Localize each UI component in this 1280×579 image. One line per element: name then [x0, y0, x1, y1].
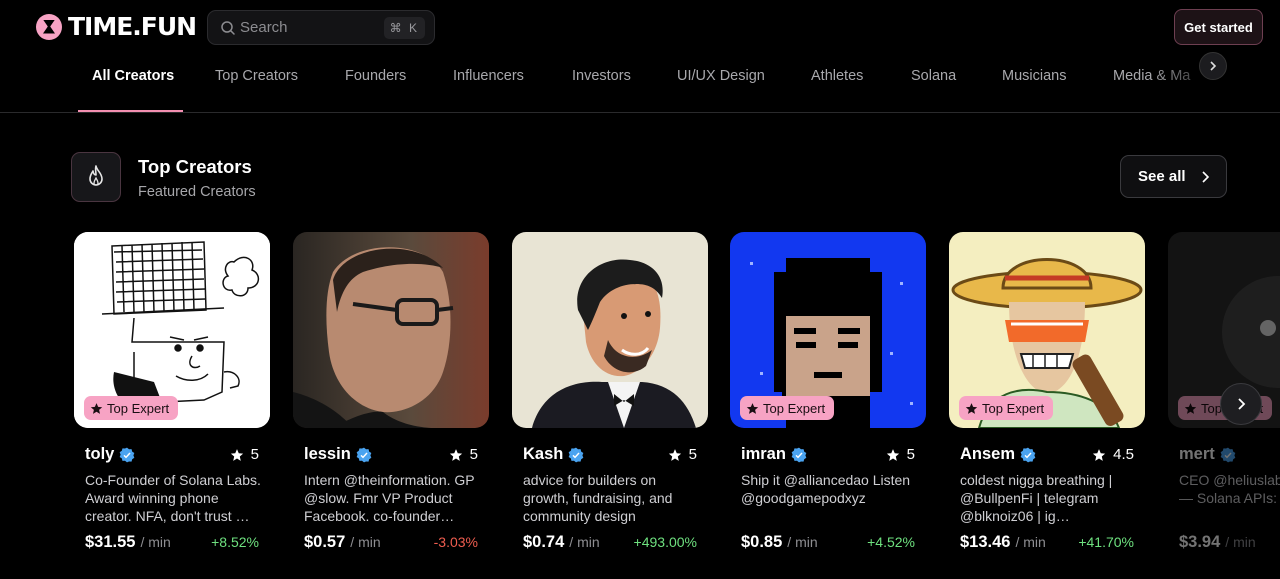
- tab-all-creators[interactable]: All Creators: [92, 68, 174, 84]
- rating-value: 5: [469, 446, 478, 463]
- star-icon: [90, 402, 103, 414]
- rating-value: 5: [688, 446, 697, 463]
- hourglass-icon: [36, 13, 62, 40]
- creator-name[interactable]: mert: [1179, 445, 1215, 464]
- chevron-right-icon: [1210, 61, 1217, 71]
- creator-bio: advice for builders on growth, fundraisi…: [523, 472, 673, 524]
- tab-founders[interactable]: Founders: [345, 68, 406, 84]
- star-icon: [1093, 448, 1106, 461]
- verified-icon: [791, 447, 807, 462]
- badge-label: Top Expert: [763, 400, 826, 416]
- verified-icon: [569, 447, 584, 462]
- price-change: +4.52%: [867, 534, 915, 550]
- creator-bio: Co-Founder of Solana Labs. Award winning…: [85, 472, 261, 524]
- price-per-minute: $31.55: [85, 533, 136, 551]
- rating-value: 5: [250, 446, 259, 463]
- star-icon: [1184, 402, 1197, 414]
- category-tabs: All Creators Top Creators Founders Influ…: [0, 58, 1280, 113]
- creator-card-imran[interactable]: Top Expert imran 5 Ship it @alliancedao …: [730, 232, 926, 562]
- tab-athletes[interactable]: Athletes: [811, 68, 863, 84]
- badge-label: Top Expert: [982, 400, 1045, 416]
- creator-card-kash[interactable]: Kash 5 advice for builders on growth, fu…: [512, 232, 708, 562]
- top-header: TIME.FUN ⌘ K Get started: [0, 0, 1280, 58]
- price-per-minute: $13.46: [960, 533, 1011, 551]
- creator-name[interactable]: imran: [741, 445, 786, 464]
- star-icon: [746, 402, 759, 414]
- creator-avatar[interactable]: [293, 232, 489, 428]
- star-icon: [449, 448, 462, 461]
- creator-name[interactable]: lessin: [304, 445, 351, 464]
- star-icon: [668, 448, 681, 461]
- price-per-minute: $0.74: [523, 533, 565, 551]
- price-change: +8.52%: [211, 534, 259, 550]
- creator-name[interactable]: Ansem: [960, 445, 1015, 464]
- creator-bio: coldest nigga breathing | @BullpenFi | t…: [960, 472, 1113, 524]
- tab-ui-ux-design[interactable]: UI/UX Design: [677, 68, 765, 84]
- badge-label: Top Expert: [107, 400, 170, 416]
- creator-card-lessin[interactable]: lessin 5 Intern @theinformation. GP @slo…: [293, 232, 489, 562]
- creator-rating: 4.5: [1092, 446, 1134, 463]
- chevron-right-icon: [1238, 398, 1246, 410]
- price-per-minute: $3.94: [1179, 533, 1221, 551]
- active-tab-indicator: [78, 110, 183, 112]
- star-icon: [965, 402, 978, 414]
- search-box[interactable]: ⌘ K: [207, 10, 435, 45]
- see-all-label: See all: [1138, 168, 1186, 185]
- search-icon: [221, 21, 235, 35]
- tab-top-creators[interactable]: Top Creators: [215, 68, 298, 84]
- price-change: +41.70%: [1078, 534, 1134, 550]
- verified-icon: [356, 447, 372, 462]
- chevron-right-icon: [1201, 170, 1209, 183]
- verified-icon: [1020, 447, 1036, 462]
- top-expert-badge: Top Expert: [740, 396, 835, 420]
- verified-icon: [1220, 447, 1236, 462]
- price-unit: / min: [1225, 534, 1256, 550]
- tab-solana[interactable]: Solana: [911, 68, 956, 84]
- price-change: +493.00%: [633, 534, 697, 550]
- cards-scroll-right-button[interactable]: [1220, 383, 1262, 425]
- get-started-button[interactable]: Get started: [1174, 9, 1263, 45]
- price-per-minute: $0.85: [741, 533, 783, 551]
- creator-avatar[interactable]: [512, 232, 708, 428]
- creator-card-toly[interactable]: Top Expert toly 5 Co-Founder of Solana L…: [74, 232, 270, 562]
- rating-value: 5: [906, 446, 915, 463]
- star-icon: [886, 448, 899, 461]
- price-unit: / min: [350, 534, 381, 550]
- creator-bio: Ship it @alliancedao Listen @goodgamepod…: [741, 472, 911, 506]
- tab-investors[interactable]: Investors: [572, 68, 631, 84]
- creator-rating: 5: [230, 446, 259, 463]
- see-all-button[interactable]: See all: [1120, 155, 1227, 198]
- price-unit: / min: [787, 534, 818, 550]
- creator-bio: Intern @theinformation. GP @slow. Fmr VP…: [304, 472, 475, 524]
- creator-rating: 5: [668, 446, 697, 463]
- search-input[interactable]: [240, 11, 390, 44]
- brand-logo[interactable]: TIME.FUN: [36, 12, 197, 41]
- top-expert-badge: Top Expert: [959, 396, 1054, 420]
- creator-rating: 5: [449, 446, 478, 463]
- section-subtitle: Featured Creators: [138, 184, 256, 200]
- price-unit: / min: [140, 534, 171, 550]
- tab-musicians[interactable]: Musicians: [1002, 68, 1066, 84]
- verified-icon: [120, 447, 135, 462]
- creator-card-ansem[interactable]: Top Expert Ansem 4.5 coldest nigga breat…: [949, 232, 1145, 562]
- creator-name[interactable]: toly: [85, 445, 114, 464]
- star-icon: [230, 448, 243, 461]
- section-icon-box: [71, 152, 121, 202]
- price-change: -3.03%: [433, 534, 478, 550]
- creator-bio: CEO @heliuslabs @solana — Solana APIs: h…: [1179, 472, 1280, 506]
- price-per-minute: $0.57: [304, 533, 346, 551]
- section-title: Top Creators: [138, 156, 252, 177]
- flame-icon: [89, 165, 103, 186]
- rating-value: 4.5: [1113, 446, 1134, 463]
- price-unit: / min: [569, 534, 600, 550]
- search-shortcut: ⌘ K: [383, 17, 425, 39]
- price-unit: / min: [1015, 534, 1046, 550]
- top-expert-badge: Top Expert: [84, 396, 179, 420]
- brand-name: TIME.FUN: [68, 12, 197, 41]
- tabs-scroll-right-button[interactable]: [1199, 52, 1227, 80]
- tab-influencers[interactable]: Influencers: [453, 68, 524, 84]
- creator-rating: 5: [886, 446, 915, 463]
- creator-name[interactable]: Kash: [523, 445, 563, 464]
